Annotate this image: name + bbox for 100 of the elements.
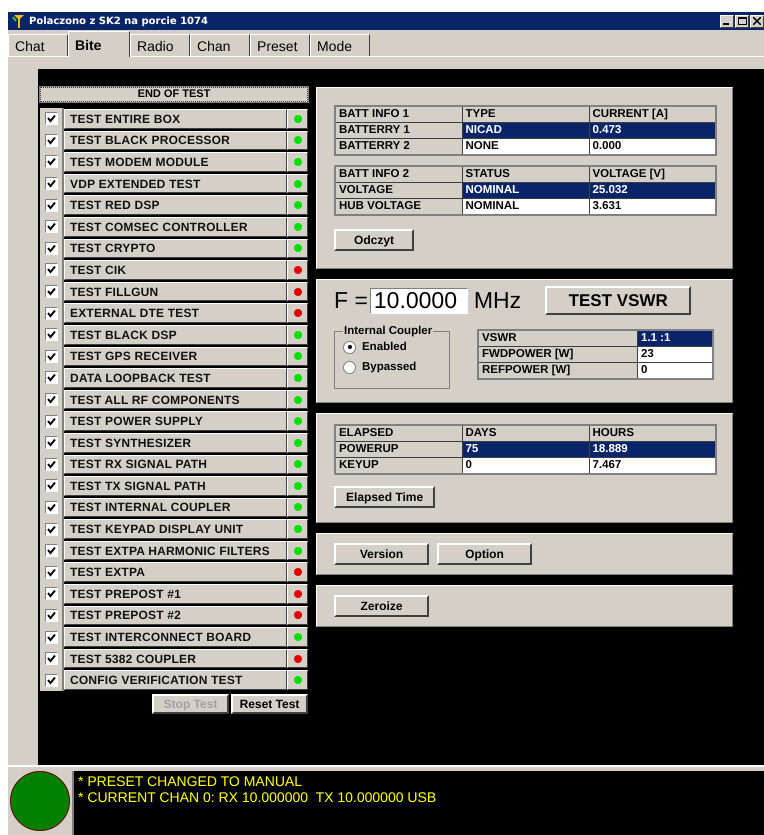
checkbox[interactable] bbox=[44, 522, 58, 536]
test-button[interactable]: TEST 5382 COUPLER bbox=[64, 648, 287, 668]
table-cell: VSWR bbox=[478, 330, 638, 346]
test-button[interactable]: CONFIG VERIFICATION TEST bbox=[64, 670, 287, 690]
test-button[interactable]: TEST PREPOST #1 bbox=[64, 584, 287, 604]
test-button[interactable]: TEST GPS RECEIVER bbox=[64, 346, 287, 366]
test-button[interactable]: DATA LOOPBACK TEST bbox=[64, 368, 287, 388]
column-header: ELAPSED bbox=[335, 425, 462, 442]
checkbox[interactable] bbox=[44, 587, 58, 600]
table-cell: VOLTAGE bbox=[335, 182, 462, 198]
tab[interactable]: Mode bbox=[310, 34, 370, 56]
table-cell: 0 bbox=[462, 458, 589, 474]
tab[interactable]: Chan bbox=[190, 34, 250, 56]
test-button[interactable]: TEST POWER SUPPLY bbox=[64, 411, 287, 431]
panel-button[interactable]: Option bbox=[437, 543, 532, 565]
checkbox[interactable] bbox=[44, 306, 58, 320]
table-cell: 7.467 bbox=[589, 458, 716, 474]
maximize-button[interactable] bbox=[735, 14, 749, 28]
table-cell: REFPOWER [W] bbox=[478, 362, 638, 379]
radio-option[interactable]: Bypassed bbox=[343, 357, 443, 377]
elapsed-time-button[interactable]: Elapsed Time bbox=[334, 486, 436, 508]
test-button[interactable]: TEST ENTIRE BOX bbox=[64, 109, 287, 129]
test-button[interactable]: TEST SYNTHESIZER bbox=[64, 432, 287, 452]
checkbox[interactable] bbox=[44, 544, 58, 558]
checkbox[interactable] bbox=[44, 566, 58, 579]
checkbox[interactable] bbox=[44, 220, 58, 234]
column-header: DAYS bbox=[462, 425, 589, 442]
checkbox[interactable] bbox=[44, 652, 58, 666]
test-button[interactable]: TEST FILLGUN bbox=[64, 282, 287, 302]
checkbox[interactable] bbox=[44, 371, 58, 384]
zeroize-button[interactable]: Zeroize bbox=[334, 595, 429, 617]
tab[interactable]: Preset bbox=[250, 34, 310, 56]
checkbox[interactable] bbox=[44, 393, 58, 406]
test-button[interactable]: TEST RED DSP bbox=[64, 195, 287, 215]
tab[interactable]: Chat bbox=[8, 34, 68, 56]
minimize-button[interactable] bbox=[720, 14, 734, 28]
tab[interactable]: Radio bbox=[130, 34, 190, 56]
checkbox[interactable] bbox=[44, 674, 58, 687]
checkbox[interactable] bbox=[44, 263, 58, 276]
window-title: Polaczono z SK2 na porcie 1074 bbox=[29, 16, 209, 26]
checkbox[interactable] bbox=[44, 198, 58, 212]
test-button[interactable]: EXTERNAL DTE TEST bbox=[64, 303, 287, 323]
test-control-button[interactable]: Reset Test bbox=[231, 694, 308, 714]
checkbox[interactable] bbox=[44, 479, 58, 492]
log-line: * CURRENT CHAN 0: RX 10.000000 TX 10.000000 USB bbox=[78, 789, 438, 805]
checkbox[interactable] bbox=[44, 155, 58, 168]
test-button[interactable]: TEST TX SIGNAL PATH bbox=[64, 476, 287, 496]
table-cell: FWDPOWER [W] bbox=[478, 346, 638, 362]
table-cell: NONE bbox=[462, 138, 589, 155]
test-vswr-button[interactable]: TEST VSWR bbox=[545, 286, 692, 315]
checkbox[interactable] bbox=[44, 414, 58, 428]
antenna-icon bbox=[12, 14, 26, 28]
read-button[interactable]: Odczyt bbox=[334, 229, 414, 251]
test-button[interactable]: TEST KEYPAD DISPLAY UNIT bbox=[64, 519, 287, 539]
tab[interactable]: Bite bbox=[68, 31, 130, 57]
close-icon bbox=[753, 17, 761, 25]
test-button[interactable]: TEST EXTPA bbox=[64, 562, 287, 582]
radio-option[interactable]: Enabled bbox=[343, 337, 443, 357]
column-header: CURRENT [A] bbox=[589, 106, 716, 122]
table-cell: 0 bbox=[638, 362, 713, 379]
test-button[interactable]: TEST EXTPA HARMONIC FILTERS bbox=[64, 540, 287, 560]
maximize-icon bbox=[738, 17, 746, 25]
table-cell: 0.473 bbox=[589, 122, 716, 138]
checkbox[interactable] bbox=[44, 458, 58, 471]
column-header: VOLTAGE [V] bbox=[589, 166, 716, 182]
test-button[interactable]: TEST MODEM MODULE bbox=[64, 152, 287, 172]
frequency-field[interactable]: 10.0000 bbox=[370, 288, 468, 314]
close-button[interactable] bbox=[750, 14, 764, 28]
test-button[interactable]: TEST CRYPTO bbox=[64, 238, 287, 258]
test-button[interactable]: TEST RX SIGNAL PATH bbox=[64, 454, 287, 474]
checkbox[interactable] bbox=[44, 630, 58, 644]
test-button[interactable]: TEST INTERNAL COUPLER bbox=[64, 498, 287, 518]
table-cell: 1.1 :1 bbox=[638, 330, 713, 346]
test-button[interactable]: VDP EXTENDED TEST bbox=[64, 174, 287, 194]
test-button[interactable]: TEST BLACK PROCESSOR bbox=[64, 130, 287, 150]
test-button[interactable]: TEST BLACK DSP bbox=[64, 324, 287, 345]
checkbox[interactable] bbox=[44, 328, 58, 342]
checkbox[interactable] bbox=[44, 608, 58, 622]
table-cell: BATTERRY 1 bbox=[335, 122, 462, 138]
checkbox[interactable] bbox=[44, 112, 58, 126]
checkbox[interactable] bbox=[44, 285, 58, 298]
test-button[interactable]: TEST ALL RF COMPONENTS bbox=[64, 390, 287, 410]
checkbox[interactable] bbox=[44, 350, 58, 363]
checkbox[interactable] bbox=[44, 134, 58, 147]
group-title: Internal Coupler bbox=[343, 325, 434, 337]
end-of-test-bar: END OF TEST bbox=[40, 87, 308, 102]
table-cell: HUB VOLTAGE bbox=[335, 198, 462, 215]
test-button[interactable]: TEST PREPOST #2 bbox=[64, 606, 287, 626]
test-button[interactable]: TEST COMSEC CONTROLLER bbox=[64, 216, 287, 237]
test-button[interactable]: TEST CIK bbox=[64, 260, 287, 280]
table-cell: 75 bbox=[462, 442, 589, 458]
checkbox[interactable] bbox=[44, 177, 58, 190]
table-cell: POWERUP bbox=[335, 442, 462, 458]
test-button[interactable]: TEST INTERCONNECT BOARD bbox=[64, 627, 287, 647]
panel-button[interactable]: Version bbox=[334, 543, 429, 565]
checkbox[interactable] bbox=[44, 436, 58, 450]
checkbox[interactable] bbox=[44, 500, 58, 514]
table-cell: BATTERRY 2 bbox=[335, 138, 462, 155]
checkbox[interactable] bbox=[44, 242, 58, 255]
column-header: STATUS bbox=[462, 166, 589, 182]
